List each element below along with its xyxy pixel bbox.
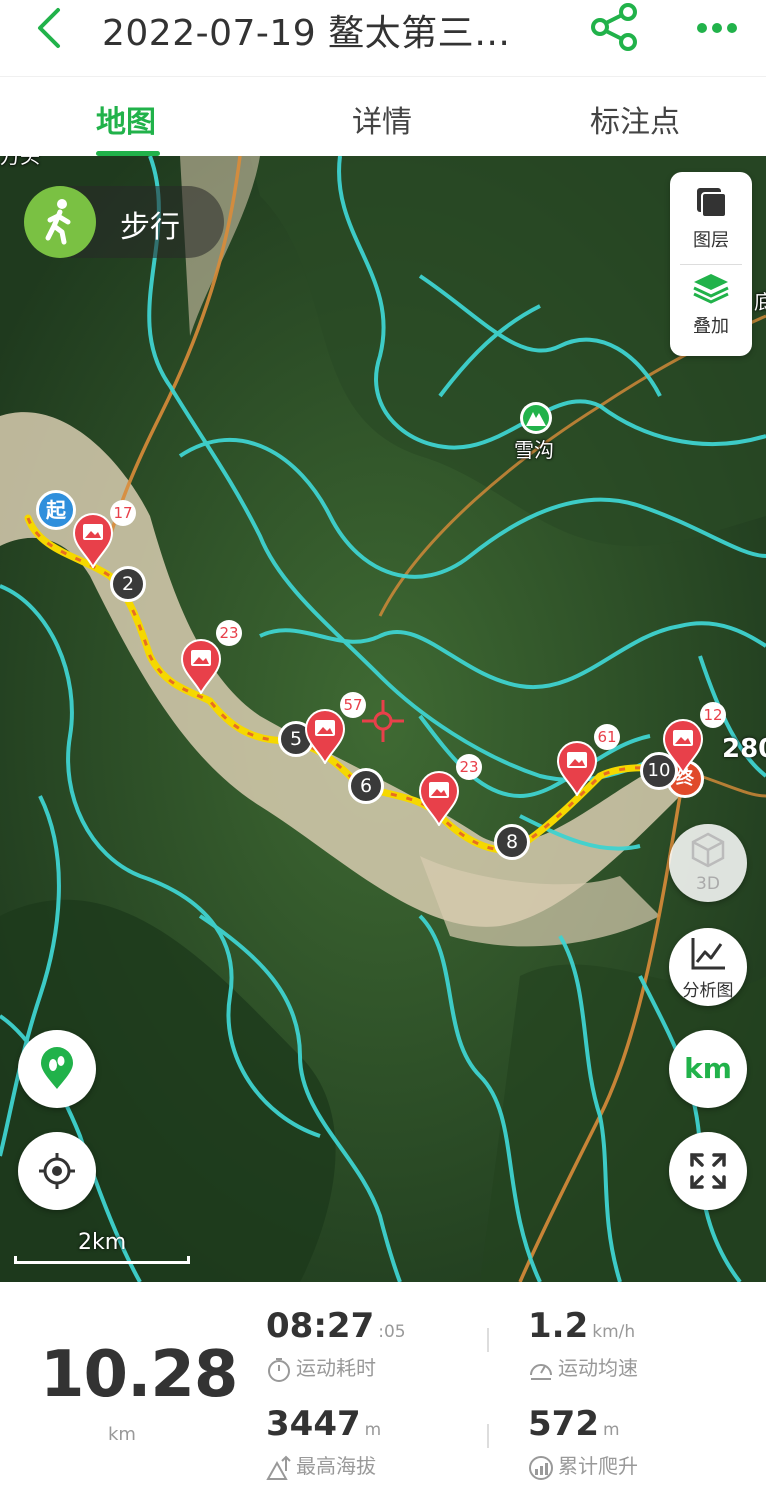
map-view[interactable]: 万头 底 雪沟 起 终 280 2 5 6 8 10 17 23 <box>0 156 766 1282</box>
total-climb-caption-row: 累计爬升 <box>528 1450 638 1481</box>
avg-speed-caption-row: 运动均速 <box>528 1352 638 1383</box>
photo-pin-icon <box>556 741 598 798</box>
track-title: 2022-07-19 鳌太第三… <box>102 13 511 54</box>
photo-count-badge: 12 <box>700 702 726 728</box>
place-label-xuegou: 雪沟 <box>514 438 554 462</box>
photo-marker[interactable] <box>72 512 114 570</box>
map-crosshair-icon <box>362 700 404 742</box>
photo-pin-icon <box>72 513 114 570</box>
photo-marker[interactable] <box>556 740 598 798</box>
duration-seconds: :05 <box>378 1322 406 1342</box>
overlay-button[interactable]: 叠加 <box>670 272 752 338</box>
layer-panel: 图层 叠加 <box>670 172 752 356</box>
analysis-chart-button[interactable]: 分析图 <box>669 928 747 1006</box>
overlay-stack-icon <box>693 274 729 304</box>
speedometer-icon <box>530 1363 552 1380</box>
locate-button[interactable] <box>18 1132 96 1210</box>
elevation-label: 280 <box>722 734 766 764</box>
fullscreen-button[interactable] <box>669 1132 747 1210</box>
stats-divider <box>487 1424 489 1448</box>
walking-icon <box>24 186 96 258</box>
expand-icon <box>690 1153 726 1189</box>
tab-map[interactable]: 地图 <box>96 97 156 141</box>
km-marker[interactable]: 8 <box>494 824 530 860</box>
scale-bar <box>14 1256 190 1264</box>
place-label-partial-right: 底 <box>754 290 766 314</box>
distance-unit: km <box>108 1424 136 1445</box>
tab-bar: 地图 详情 标注点 <box>0 76 766 156</box>
photo-marker[interactable] <box>418 770 460 828</box>
max-altitude-value: 3447 <box>266 1404 361 1444</box>
activity-mode-chip[interactable]: 步行 <box>24 186 224 258</box>
photo-pin-icon <box>418 771 460 828</box>
avg-speed-caption: 运动均速 <box>558 1356 638 1380</box>
stat-total-climb: 572 m 累计爬升 <box>528 1404 638 1480</box>
activity-mode-label: 步行 <box>120 210 180 245</box>
overlay-label: 叠加 <box>693 316 729 337</box>
duration-value: 08:27 <box>266 1306 375 1346</box>
footprint-pin-icon <box>41 1047 73 1089</box>
stat-avg-speed: 1.2 km/h 运动均速 <box>528 1306 638 1380</box>
photo-pin-icon <box>180 639 222 696</box>
km-marker[interactable]: 6 <box>348 768 384 804</box>
stats-panel: 10.28 km 08:27:05 运动耗时 1.2 km/h 运动均速 3447… <box>0 1282 766 1500</box>
photo-count-badge: 17 <box>110 500 136 526</box>
analysis-chart-label: 分析图 <box>682 981 734 1001</box>
layers-label: 图层 <box>693 230 729 251</box>
total-climb-value: 572 <box>528 1404 599 1444</box>
total-climb-unit: m <box>602 1420 620 1440</box>
photo-marker[interactable] <box>304 708 346 766</box>
cube-icon <box>691 832 725 868</box>
photo-count-badge: 23 <box>216 620 242 646</box>
tab-details[interactable]: 详情 <box>352 97 412 141</box>
more-options-icon[interactable] <box>694 18 740 38</box>
layer-panel-divider <box>680 264 742 265</box>
place-label-partial-left: 万头 <box>0 156 40 168</box>
unit-toggle-button[interactable]: km <box>669 1030 747 1108</box>
climb-gauge-icon <box>529 1455 553 1480</box>
stopwatch-icon <box>268 1357 290 1382</box>
photo-marker[interactable] <box>662 718 704 776</box>
duration-caption: 运动耗时 <box>296 1356 376 1380</box>
map-scale: 2km <box>14 1230 190 1266</box>
scale-label: 2km <box>78 1230 127 1255</box>
max-altitude-unit: m <box>364 1420 382 1440</box>
tab-waypoints[interactable]: 标注点 <box>590 97 680 141</box>
avg-speed-value: 1.2 <box>528 1306 589 1346</box>
distance-value: 10.28 <box>40 1338 238 1412</box>
total-climb-caption: 累计爬升 <box>558 1454 638 1478</box>
stat-max-altitude: 3447 m 最高海拔 <box>266 1404 382 1480</box>
max-altitude-caption: 最高海拔 <box>296 1454 376 1478</box>
3d-view-button[interactable]: 3D <box>669 824 747 902</box>
duration-caption-row: 运动耗时 <box>266 1352 376 1383</box>
locate-crosshair-icon <box>39 1153 75 1189</box>
footprint-button[interactable] <box>18 1030 96 1108</box>
unit-label: km <box>684 1052 732 1085</box>
app-header: 2022-07-19 鳌太第三… <box>0 0 766 76</box>
stats-divider <box>487 1328 489 1352</box>
3d-label: 3D <box>696 874 720 894</box>
share-icon[interactable] <box>588 2 642 52</box>
back-arrow-icon[interactable] <box>30 6 70 50</box>
photo-count-badge: 61 <box>594 724 620 750</box>
photo-marker[interactable] <box>180 638 222 696</box>
mountain-peak-icon[interactable] <box>518 400 554 436</box>
line-chart-icon <box>691 938 725 970</box>
mountain-peak-up-icon <box>266 1455 291 1480</box>
photo-pin-icon <box>304 709 346 766</box>
km-marker[interactable]: 2 <box>110 566 146 602</box>
start-marker[interactable]: 起 <box>36 490 76 530</box>
photo-pin-icon <box>662 719 704 776</box>
photo-count-badge: 23 <box>456 754 482 780</box>
layers-icon <box>697 188 727 218</box>
layers-button[interactable]: 图层 <box>670 186 752 252</box>
max-altitude-caption-row: 最高海拔 <box>266 1450 376 1481</box>
avg-speed-unit: km/h <box>592 1322 636 1342</box>
stat-duration: 08:27:05 运动耗时 <box>266 1306 406 1382</box>
